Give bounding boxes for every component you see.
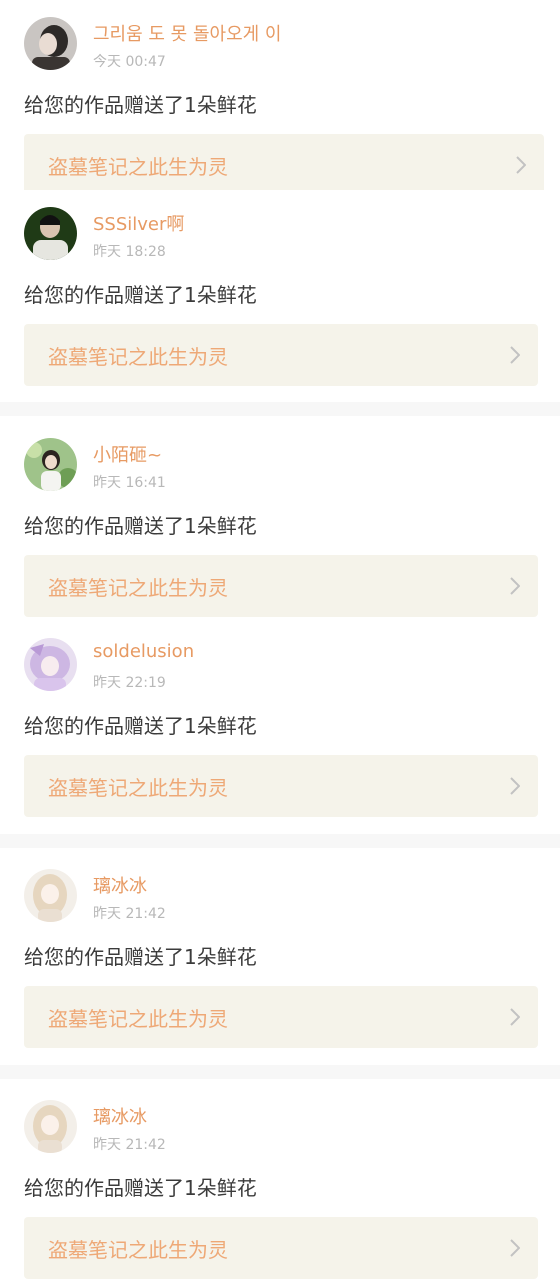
- work-title: 盗墓笔记之此生为灵: [48, 345, 228, 369]
- gift-message: 给您的作品赠送了1朵鲜花: [24, 1176, 257, 1200]
- username[interactable]: soldelusion: [93, 641, 194, 662]
- notification-item: 璃冰冰 昨天 21:42 给您的作品赠送了1朵鲜花 盗墓笔记之此生为灵: [0, 1083, 560, 1279]
- timestamp: 昨天 16:41: [93, 475, 166, 491]
- gift-message: 给您的作品赠送了1朵鲜花: [24, 283, 257, 307]
- timestamp: 昨天 21:42: [93, 1137, 166, 1153]
- work-link-card[interactable]: 盗墓笔记之此生为灵: [24, 555, 538, 617]
- work-title: 盗墓笔记之此生为灵: [48, 1007, 228, 1031]
- work-link-card[interactable]: 盗墓笔记之此生为灵: [24, 1217, 538, 1279]
- gift-message: 给您的作品赠送了1朵鲜花: [24, 514, 257, 538]
- avatar[interactable]: [24, 17, 77, 70]
- avatar-anime-blonde-icon: [24, 869, 77, 922]
- chevron-right-icon: [510, 1239, 520, 1257]
- username[interactable]: 그리움 도 못 돌아오게 이: [93, 20, 282, 46]
- section-divider: [0, 1065, 560, 1079]
- chevron-right-icon: [510, 346, 520, 364]
- avatar-girl-garden-icon: [24, 438, 77, 491]
- timestamp: 今天 00:47: [93, 54, 166, 70]
- gift-message: 给您的作品赠送了1朵鲜花: [24, 945, 257, 969]
- avatar[interactable]: [24, 638, 77, 691]
- avatar-anime-purple-icon: [24, 638, 77, 691]
- work-link-card[interactable]: 盗墓笔记之此生为灵: [24, 755, 538, 817]
- work-title: 盗墓笔记之此生为灵: [48, 155, 228, 179]
- timestamp: 昨天 21:42: [93, 906, 166, 922]
- avatar[interactable]: [24, 1100, 77, 1153]
- username[interactable]: 小陌砸~: [93, 441, 162, 467]
- work-title: 盗墓笔记之此生为灵: [48, 1238, 228, 1262]
- gift-message: 给您的作品赠送了1朵鲜花: [24, 714, 257, 738]
- avatar-dark-hair-icon: [24, 17, 77, 70]
- chevron-right-icon: [510, 577, 520, 595]
- notification-item: SSSilver啊 昨天 18:28 给您的作品赠送了1朵鲜花 盗墓笔记之此生为…: [0, 190, 560, 386]
- username[interactable]: 璃冰冰: [93, 872, 147, 898]
- username[interactable]: 璃冰冰: [93, 1103, 147, 1129]
- username[interactable]: SSSilver啊: [93, 210, 184, 236]
- notification-item: 小陌砸~ 昨天 16:41 给您的作品赠送了1朵鲜花 盗墓笔记之此生为灵: [0, 421, 560, 617]
- notification-item: soldelusion 昨天 22:19 给您的作品赠送了1朵鲜花 盗墓笔记之此…: [0, 621, 560, 817]
- notification-item: 그리움 도 못 돌아오게 이 今天 00:47 给您的作品赠送了1朵鲜花 盗墓笔…: [0, 0, 560, 196]
- avatar-anime-blonde-icon: [24, 1100, 77, 1153]
- work-title: 盗墓笔记之此生为灵: [48, 776, 228, 800]
- work-link-card[interactable]: 盗墓笔记之此生为灵: [24, 134, 544, 196]
- section-divider: [0, 834, 560, 848]
- avatar-green-jacket-icon: [24, 207, 77, 260]
- avatar[interactable]: [24, 869, 77, 922]
- work-title: 盗墓笔记之此生为灵: [48, 576, 228, 600]
- avatar[interactable]: [24, 207, 77, 260]
- work-link-card[interactable]: 盗墓笔记之此生为灵: [24, 324, 538, 386]
- timestamp: 昨天 18:28: [93, 244, 166, 260]
- avatar[interactable]: [24, 438, 77, 491]
- timestamp: 昨天 22:19: [93, 675, 166, 691]
- gift-message: 给您的作品赠送了1朵鲜花: [24, 93, 257, 117]
- section-divider: [0, 402, 560, 416]
- notification-item: 璃冰冰 昨天 21:42 给您的作品赠送了1朵鲜花 盗墓笔记之此生为灵: [0, 852, 560, 1048]
- chevron-right-icon: [510, 777, 520, 795]
- work-link-card[interactable]: 盗墓笔记之此生为灵: [24, 986, 538, 1048]
- notification-feed: 그리움 도 못 돌아오게 이 今天 00:47 给您的作品赠送了1朵鲜花 盗墓笔…: [0, 0, 560, 1280]
- chevron-right-icon: [516, 156, 526, 174]
- chevron-right-icon: [510, 1008, 520, 1026]
